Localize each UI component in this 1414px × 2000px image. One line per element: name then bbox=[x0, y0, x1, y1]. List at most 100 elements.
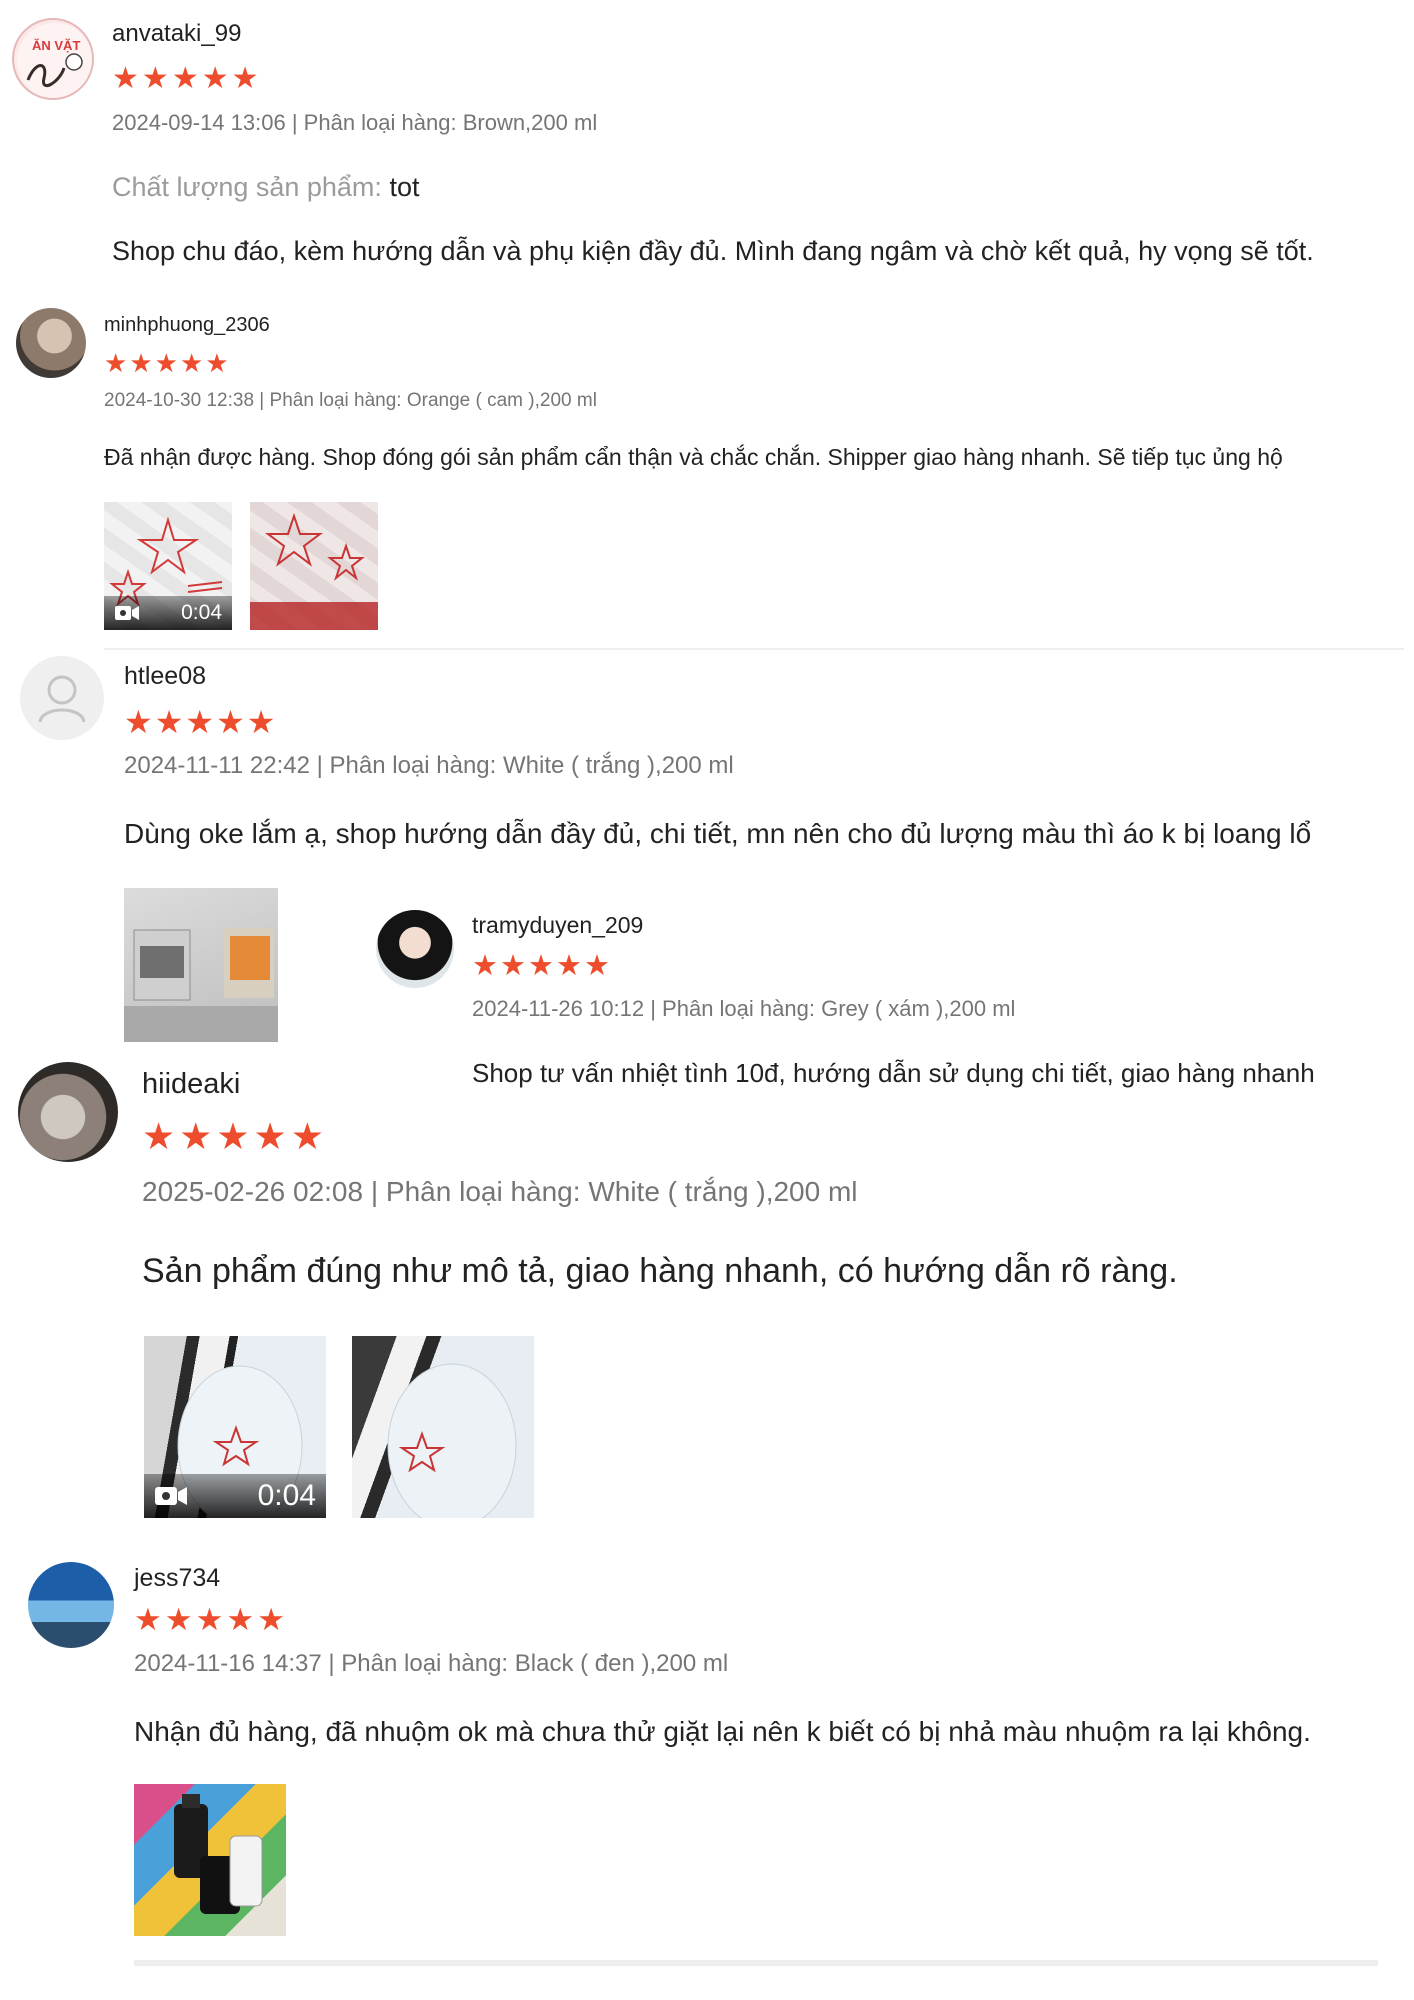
variation-value: Orange ( cam ),200 ml bbox=[406, 390, 597, 411]
video-badge: 0:04 bbox=[144, 1474, 326, 1518]
star-icon: ★ bbox=[556, 950, 582, 982]
username[interactable]: minhphuong_2306 bbox=[104, 314, 270, 337]
star-icon: ★ bbox=[154, 704, 184, 740]
review-meta: 2024-10-30 12:38 | Phân loại hàng: Orang… bbox=[104, 390, 597, 412]
meta-separator: | bbox=[316, 752, 323, 779]
star-icon: ★ bbox=[528, 950, 554, 982]
meta-separator: | bbox=[370, 1176, 379, 1207]
variation-value: Black ( đen ),200 ml bbox=[514, 1650, 729, 1677]
star-icon: ★ bbox=[154, 348, 178, 378]
quality-row: Chất lượng sản phẩm: tot bbox=[112, 172, 419, 203]
star-icon: ★ bbox=[216, 704, 245, 740]
review-meta: 2025-02-26 02:08 | Phân loại hàng: White… bbox=[142, 1176, 858, 1208]
review-image-thumbnail[interactable] bbox=[124, 888, 278, 1042]
review-image-thumbnail[interactable] bbox=[352, 1336, 534, 1518]
review-comment: Shop chu đáo, kèm hướng dẫn và phụ kiện … bbox=[112, 236, 1314, 266]
avatar[interactable] bbox=[16, 308, 86, 378]
star-icon: ★ bbox=[290, 1116, 324, 1157]
star-icon: ★ bbox=[164, 1602, 193, 1637]
star-icon: ★ bbox=[201, 62, 229, 95]
rating-stars: ★ ★ ★ ★ ★ bbox=[104, 350, 231, 376]
star-icon: ★ bbox=[205, 348, 229, 378]
review-date: 2024-11-26 10:12 bbox=[472, 996, 645, 1021]
variation-label: Phân loại hàng: bbox=[341, 1650, 509, 1677]
rating-stars: ★ ★ ★ ★ ★ bbox=[472, 952, 612, 981]
avatar[interactable] bbox=[20, 656, 104, 740]
video-camera-icon bbox=[114, 604, 140, 622]
star-icon: ★ bbox=[171, 62, 199, 95]
star-icon: ★ bbox=[185, 704, 215, 740]
star-icon: ★ bbox=[584, 950, 610, 982]
review-image-thumbnail[interactable] bbox=[134, 1784, 286, 1936]
username[interactable]: jess734 bbox=[134, 1564, 220, 1593]
quality-value: tot bbox=[389, 172, 420, 202]
variation-label: Phân loại hàng: bbox=[662, 996, 815, 1021]
review-video-thumbnail[interactable]: 0:04 bbox=[144, 1336, 326, 1518]
avatar[interactable] bbox=[376, 910, 454, 988]
star-icon: ★ bbox=[179, 1116, 213, 1157]
default-user-icon bbox=[38, 675, 86, 723]
star-icon: ★ bbox=[500, 950, 526, 982]
bottle-image bbox=[387, 1363, 517, 1518]
video-badge: 0:04 bbox=[104, 596, 232, 630]
video-duration: 0:04 bbox=[257, 1479, 316, 1512]
star-icon: ★ bbox=[257, 1602, 285, 1637]
variation-label: Phân loại hàng: bbox=[269, 390, 402, 411]
rating-stars: ★ ★ ★ ★ ★ bbox=[112, 64, 262, 94]
star-icon: ★ bbox=[226, 1602, 255, 1637]
variation-label: Phân loại hàng: bbox=[303, 110, 457, 135]
variation-value: White ( trắng ),200 ml bbox=[503, 752, 734, 779]
avatar-logo: ĂN VẶT bbox=[17, 23, 92, 98]
star-icon: ★ bbox=[195, 1602, 224, 1637]
variation-value: White ( trắng ),200 ml bbox=[588, 1176, 858, 1207]
variation-value: Brown,200 ml bbox=[462, 110, 598, 135]
meta-separator: | bbox=[291, 110, 298, 135]
review-meta: 2024-11-26 10:12 | Phân loại hàng: Grey … bbox=[472, 996, 1015, 1022]
product-box-image bbox=[124, 928, 278, 1042]
review-meta: 2024-09-14 13:06 | Phân loại hàng: Brown… bbox=[112, 110, 597, 136]
review-image-thumbnail[interactable] bbox=[250, 502, 378, 630]
rating-stars: ★ ★ ★ ★ ★ bbox=[134, 1604, 288, 1635]
video-duration: 0:04 bbox=[181, 601, 222, 624]
username[interactable]: anvataki_99 bbox=[112, 20, 241, 48]
variation-label: Phân loại hàng: bbox=[329, 752, 497, 779]
star-icon: ★ bbox=[179, 348, 204, 378]
review-divider bbox=[134, 1960, 1378, 1966]
review-comment: Nhận đủ hàng, đã nhuộm ok mà chưa thử gi… bbox=[134, 1716, 1311, 1747]
star-icon: ★ bbox=[124, 704, 153, 740]
review-date: 2024-09-14 13:06 bbox=[112, 110, 286, 135]
star-icon: ★ bbox=[231, 62, 259, 95]
review-comment: Sản phẩm đúng như mô tả, giao hàng nhanh… bbox=[142, 1252, 1178, 1290]
meta-separator: | bbox=[650, 996, 656, 1021]
rating-stars: ★ ★ ★ ★ ★ bbox=[142, 1118, 328, 1155]
star-icon: ★ bbox=[104, 348, 128, 378]
avatar-logo-text: ĂN VẶT bbox=[32, 38, 80, 53]
review-divider bbox=[104, 648, 1404, 650]
avatar[interactable]: ĂN VẶT bbox=[12, 18, 94, 100]
dye-bottles-image bbox=[174, 1794, 263, 1914]
video-camera-icon bbox=[154, 1484, 188, 1508]
username[interactable]: tramyduyen_209 bbox=[472, 912, 643, 939]
variation-label: Phân loại hàng: bbox=[385, 1176, 581, 1207]
review-date: 2024-11-11 22:42 bbox=[124, 752, 310, 779]
username[interactable]: hiideaki bbox=[142, 1068, 240, 1101]
star-icon: ★ bbox=[472, 950, 498, 982]
username[interactable]: htlee08 bbox=[124, 662, 206, 691]
review-date: 2025-02-26 02:08 bbox=[142, 1176, 364, 1207]
star-icon: ★ bbox=[134, 1602, 162, 1637]
star-icon: ★ bbox=[216, 1116, 250, 1157]
review-comment: Shop tư vấn nhiệt tình 10đ, hướng dẫn sử… bbox=[472, 1058, 1315, 1088]
review-meta: 2024-11-16 14:37 | Phân loại hàng: Black… bbox=[134, 1650, 728, 1678]
star-icon: ★ bbox=[129, 348, 153, 378]
review-meta: 2024-11-11 22:42 | Phân loại hàng: White… bbox=[124, 752, 734, 780]
review-video-thumbnail[interactable]: 0:04 bbox=[104, 502, 232, 630]
star-icon: ★ bbox=[142, 1116, 176, 1157]
avatar[interactable] bbox=[28, 1562, 114, 1648]
star-icon: ★ bbox=[141, 62, 169, 95]
avatar[interactable] bbox=[18, 1062, 118, 1162]
review-comment: Dùng oke lắm ạ, shop hướng dẫn đầy đủ, c… bbox=[124, 818, 1312, 849]
review-comment: Đã nhận được hàng. Shop đóng gói sản phẩ… bbox=[104, 444, 1283, 470]
rating-stars: ★ ★ ★ ★ ★ bbox=[124, 706, 277, 738]
meta-separator: | bbox=[328, 1650, 335, 1677]
package-print-image bbox=[250, 512, 378, 630]
